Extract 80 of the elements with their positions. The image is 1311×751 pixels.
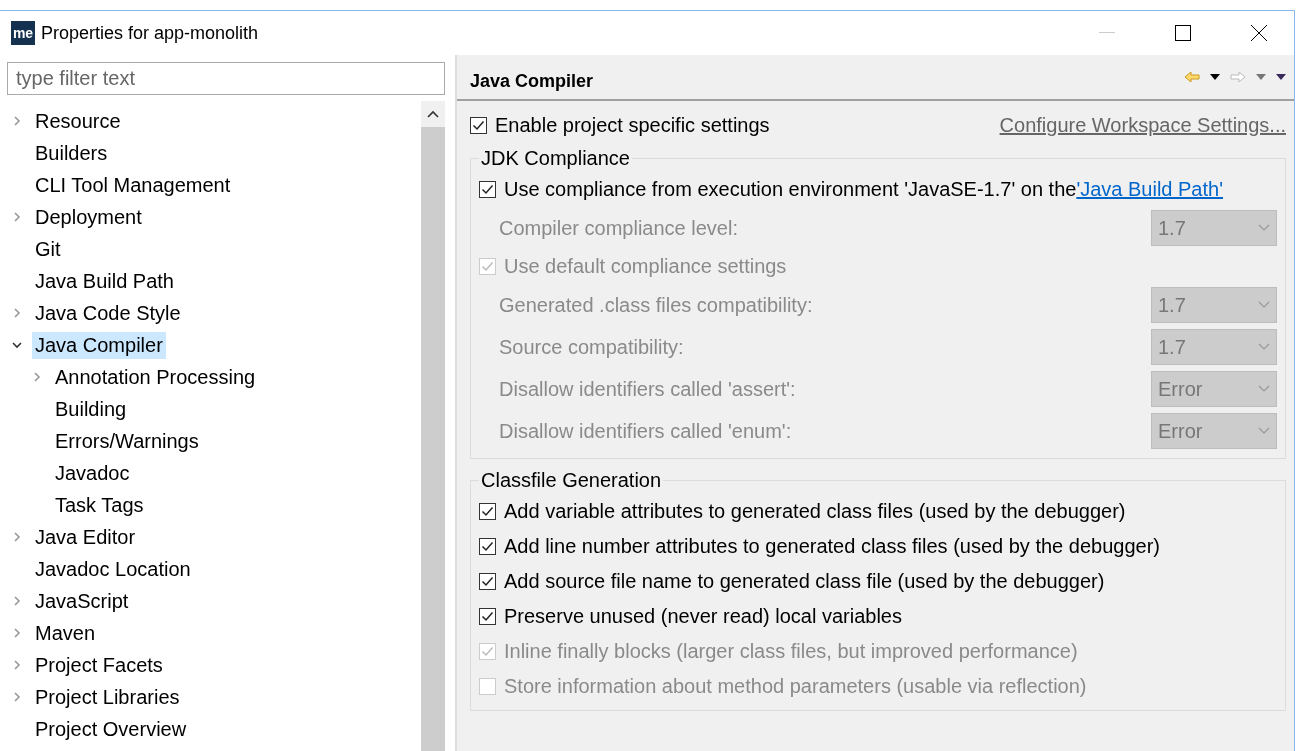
tree-item[interactable]: Javadoc [52, 459, 133, 487]
tree-item[interactable]: Annotation Processing [52, 363, 259, 391]
checkbox[interactable] [479, 608, 496, 625]
field-label: Generated .class files compatibility: [499, 293, 813, 317]
tree-item[interactable]: Project Libraries [32, 683, 183, 711]
checkbox-label: Store information about method parameters (usable via reflection) [504, 675, 1087, 698]
field-label: Disallow identifiers called 'enum': [499, 419, 792, 443]
tree-item[interactable]: Deployment [32, 203, 145, 231]
chevron-right-icon[interactable] [12, 628, 22, 638]
tree-item[interactable]: Resource [32, 107, 124, 135]
checkbox-label: Add line number attributes to generated class files (used by the debugger) [504, 535, 1160, 558]
chevron-right-icon[interactable] [12, 660, 22, 670]
chevron-down-icon [1258, 385, 1270, 393]
tree-item[interactable]: Builders [32, 139, 111, 167]
chevron-right-icon[interactable] [12, 212, 22, 222]
group-title: JDK Compliance [480, 147, 631, 170]
forward-arrow-icon[interactable] [1230, 71, 1246, 83]
tree-item[interactable]: JavaScript [32, 587, 132, 615]
field-label: Disallow identifiers called 'assert': [499, 377, 796, 401]
chevron-right-icon[interactable] [12, 596, 22, 606]
tree-item[interactable]: Maven [32, 619, 99, 647]
page-title: Java Compiler [470, 69, 595, 92]
chevron-down-icon [1258, 427, 1270, 435]
app-icon: me [11, 21, 35, 45]
tree-item[interactable]: Java Build Path [32, 267, 177, 295]
checkbox[interactable] [479, 538, 496, 555]
checkmark-icon [481, 183, 494, 196]
filter-field[interactable]: type filter text [7, 62, 445, 95]
checkbox-label: Use default compliance settings [504, 255, 787, 278]
chevron-right-icon[interactable] [12, 692, 22, 702]
chevron-down-icon[interactable] [12, 340, 22, 350]
chevron-right-icon[interactable] [12, 116, 22, 126]
tree-item[interactable]: CLI Tool Management [32, 171, 234, 199]
tree-item[interactable]: Project Facets [32, 651, 166, 679]
tree-item[interactable]: Java Compiler [32, 331, 166, 359]
scrollbar[interactable] [421, 101, 445, 751]
checkmark-icon [481, 575, 494, 588]
minimize-icon [1099, 32, 1115, 34]
build-path-link[interactable]: 'Java Build Path' [1076, 178, 1223, 201]
chevron-down-icon [1258, 301, 1270, 309]
checkmark-icon [481, 540, 494, 553]
checkmark-icon [472, 118, 485, 132]
checkmark-icon [481, 610, 494, 623]
chevron-down-icon [1258, 224, 1270, 232]
tree-item[interactable]: Git [32, 235, 64, 263]
tree-item[interactable]: Errors/Warnings [52, 427, 202, 455]
tree-item[interactable]: Building [52, 395, 130, 423]
checkmark-icon [481, 260, 494, 273]
checkmark-icon [481, 505, 494, 518]
checkbox[interactable] [479, 181, 496, 198]
menu-icon[interactable] [1276, 74, 1286, 80]
checkbox-label: Add source file name to generated class file (used by the debugger) [504, 570, 1105, 593]
group-title: Classfile Generation [480, 469, 663, 492]
window-title: Properties for app-monolith [41, 22, 260, 44]
dropdown-icon[interactable] [1210, 74, 1220, 80]
field-label: Source compatibility: [499, 335, 684, 359]
checkbox[interactable] [479, 503, 496, 520]
checkbox-label: Inline finally blocks (larger class files, but improved performance) [504, 640, 1078, 663]
scroll-up-icon[interactable] [427, 110, 439, 118]
chevron-right-icon[interactable] [32, 372, 42, 382]
checkmark-icon [481, 645, 494, 658]
checkbox-label: Preserve unused (never read) local variables [504, 605, 902, 628]
tree-item[interactable]: Javadoc Location [32, 555, 194, 583]
field-label: Compiler compliance level: [499, 216, 738, 240]
tree-item[interactable]: Java Editor [32, 523, 139, 551]
chevron-right-icon[interactable] [12, 532, 22, 542]
checkbox[interactable] [479, 573, 496, 590]
maximize-icon [1175, 25, 1191, 41]
tree-item[interactable]: Project Overview [32, 715, 190, 743]
tree-item[interactable]: Task Tags [52, 491, 147, 519]
checkbox[interactable] [470, 116, 487, 134]
workspace-settings-link[interactable]: Configure Workspace Settings... [999, 113, 1286, 137]
back-arrow-icon[interactable] [1184, 71, 1200, 83]
close-icon [1251, 25, 1267, 41]
chevron-right-icon[interactable] [12, 308, 22, 318]
checkbox-label: Use compliance from execution environment 'JavaSE-1.7' on the [504, 178, 1077, 201]
checkbox-label: Add variable attributes to generated class files (used by the debugger) [504, 500, 1126, 523]
chevron-down-icon [1258, 343, 1270, 351]
checkbox-label: Enable project specific settings [495, 113, 770, 137]
tree-item[interactable]: Java Code Style [32, 299, 184, 327]
